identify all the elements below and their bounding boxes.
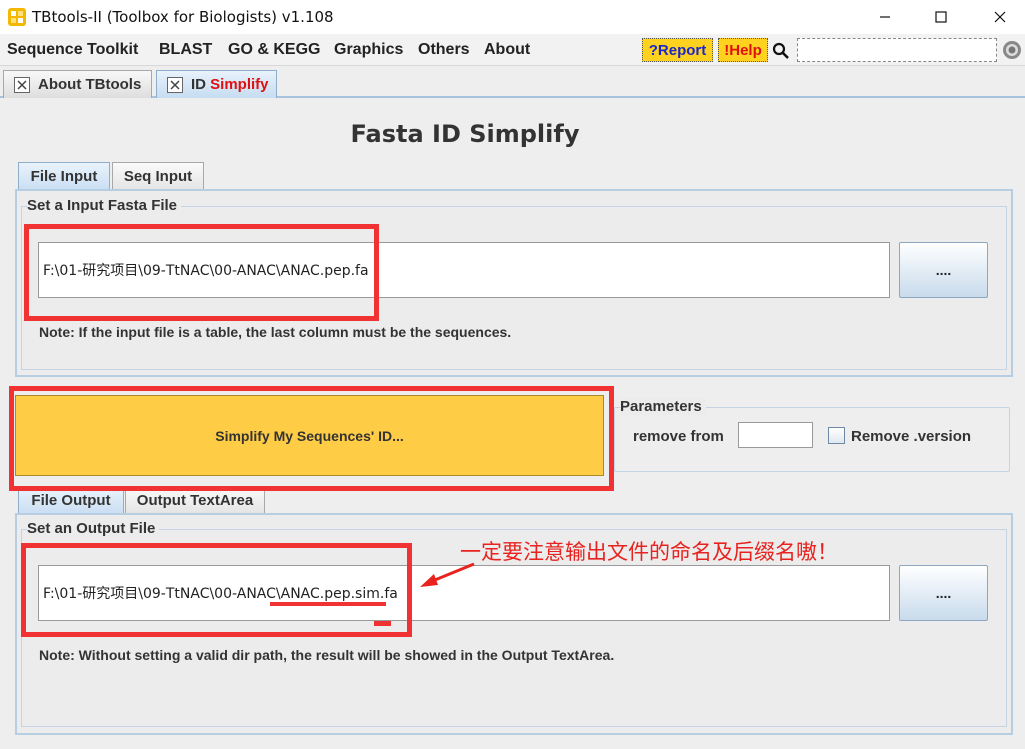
tab-about-tbtools[interactable]: About TBtools (3, 70, 152, 98)
remove-version-label: Remove .version (851, 428, 972, 445)
tab-file-input[interactable]: File Input (18, 162, 110, 190)
output-note: Note: Without setting a valid dir path, … (39, 647, 615, 663)
menu-bar: Sequence Toolkit BLAST GO & KEGG Graphic… (0, 34, 1025, 66)
annotation-underline (270, 602, 386, 606)
search-icon[interactable] (772, 42, 790, 60)
title-bar: TBtools-II (Toolbox for Biologists) v1.1… (0, 0, 1025, 34)
annotation-text: 一定要注意输出文件的命名及后缀名嗷！ (460, 540, 838, 564)
tab-close-icon[interactable] (167, 76, 183, 93)
input-browse-button[interactable]: .... (899, 242, 988, 298)
tbtools-logo-icon (8, 8, 26, 26)
menu-graphics[interactable]: Graphics (334, 41, 403, 59)
menu-others[interactable]: Others (418, 41, 470, 59)
remove-from-label: remove from (633, 428, 724, 445)
menu-go-kegg[interactable]: GO & KEGG (228, 41, 320, 59)
menu-about[interactable]: About (484, 41, 530, 59)
report-button[interactable]: ?Report (642, 38, 713, 62)
annotation-mark (374, 621, 391, 626)
menu-sequence-toolkit[interactable]: Sequence Toolkit (7, 41, 138, 59)
tab-label: ID Simplify (191, 76, 269, 93)
tab-label: About TBtools (38, 76, 142, 93)
help-button[interactable]: !Help (718, 38, 768, 62)
annotation-box-output (21, 543, 412, 637)
settings-gear-icon[interactable] (1002, 40, 1022, 60)
page-title: Fasta ID Simplify (350, 120, 580, 148)
output-browse-button[interactable]: .... (899, 565, 988, 621)
close-icon (994, 11, 1006, 23)
tab-label-prefix: ID (191, 76, 211, 93)
tab-close-icon[interactable] (14, 76, 30, 93)
tab-id-simplify[interactable]: ID Simplify (156, 70, 277, 98)
parameters-title: Parameters (620, 398, 706, 415)
tab-seq-input[interactable]: Seq Input (112, 162, 204, 190)
tab-label-highlight: Simplify (210, 76, 269, 93)
input-group-title: Set a Input Fasta File (27, 197, 182, 214)
document-tab-bar: About TBtools ID Simplify (0, 66, 1025, 98)
minimize-icon (880, 16, 890, 18)
maximize-icon (935, 11, 947, 23)
output-group-title: Set an Output File (27, 520, 160, 537)
remove-from-input[interactable] (738, 422, 813, 448)
close-window-button[interactable] (977, 0, 1023, 34)
window-title: TBtools-II (Toolbox for Biologists) v1.1… (32, 8, 334, 26)
minimize-button[interactable] (862, 0, 908, 34)
input-note: Note: If the input file is a table, the … (39, 324, 512, 340)
search-input[interactable] (797, 38, 997, 62)
annotation-box-input (24, 224, 379, 321)
maximize-button[interactable] (918, 0, 964, 34)
remove-version-checkbox[interactable] (828, 427, 845, 444)
menu-blast[interactable]: BLAST (159, 41, 212, 59)
annotation-box-run (9, 386, 614, 491)
